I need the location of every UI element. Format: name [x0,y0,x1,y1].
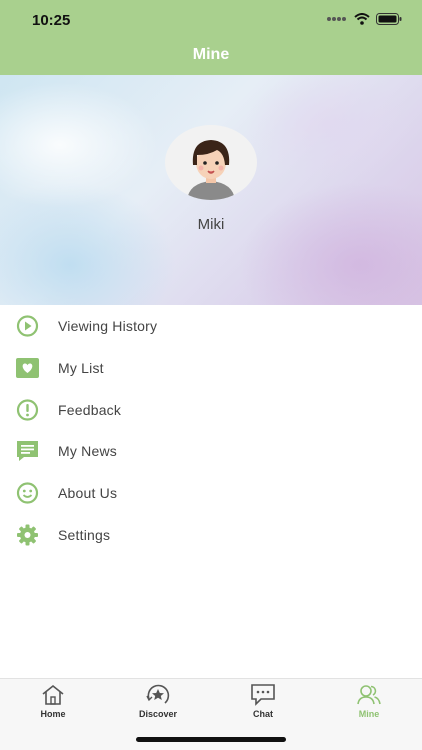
menu-item-my-news[interactable]: My News [0,430,422,472]
menu-label: My List [58,359,104,376]
profile-header: Miki [0,75,422,305]
menu-label: Feedback [58,401,122,418]
status-time: 10:25 [32,12,71,29]
menu-label: My News [58,443,117,460]
status-icons [326,13,402,25]
tab-mine[interactable]: Mine [334,683,404,719]
menu-item-viewing-history[interactable]: Viewing History [0,305,422,347]
discover-star-icon [146,684,170,704]
chat-bubble-icon [251,684,275,706]
smiley-icon [16,482,39,504]
status-bar: 10:25 [0,0,422,40]
battery-icon [376,13,402,25]
menu-label: Viewing History [58,318,158,334]
menu-item-feedback[interactable]: Feedback [0,389,422,431]
home-icon [42,684,64,705]
menu-list: Viewing History My List Feedback My News [0,305,422,556]
tab-bar: Home Discover Chat Mine [0,678,422,750]
tab-discover[interactable]: Discover [123,683,193,719]
news-icon [17,441,38,462]
tab-label: Home [40,709,66,719]
menu-item-about-us[interactable]: About Us [0,472,422,514]
tab-label: Discover [138,709,178,719]
play-circle-icon [16,315,39,337]
wifi-icon [354,13,370,25]
menu-label: Settings [58,526,111,543]
nav-bar: Mine [0,40,422,75]
page-title: Mine [192,46,230,63]
gear-icon [17,524,38,546]
signal-dots-icon [327,17,346,21]
tab-label: Chat [253,709,273,719]
people-icon [357,685,381,705]
exclamation-circle-icon [16,398,39,421]
tab-home[interactable]: Home [18,683,88,719]
tab-chat[interactable]: Chat [228,683,298,719]
menu-item-settings[interactable]: Settings [0,514,422,556]
heart-icon [16,357,39,378]
avatar-illustration [187,140,235,200]
home-indicator[interactable] [136,737,286,742]
user-name: Miki [197,216,225,233]
tab-label: Mine [358,709,380,719]
menu-label: About Us [58,485,118,502]
menu-item-my-list[interactable]: My List [0,347,422,389]
avatar[interactable] [165,125,257,200]
